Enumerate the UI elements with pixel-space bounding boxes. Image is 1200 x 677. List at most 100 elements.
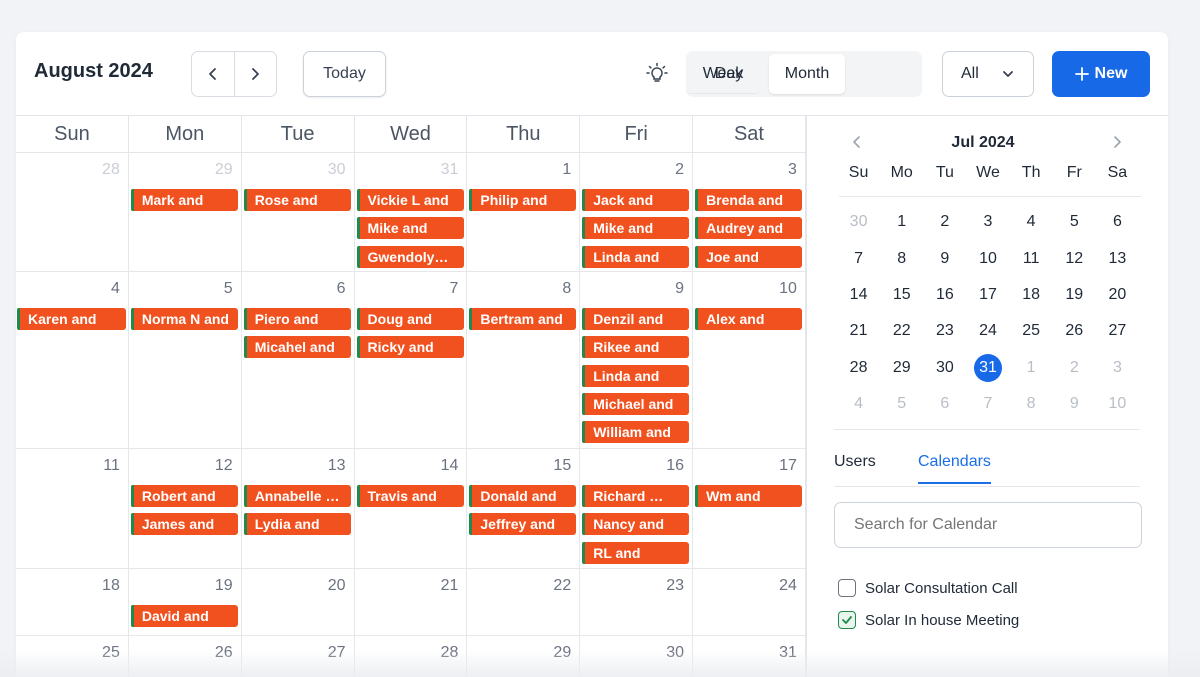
event-chip[interactable]: Lydia and [243, 513, 351, 536]
event-chip[interactable]: Gwendoly… [356, 245, 464, 268]
calendar-filter-item[interactable]: Solar In house Meeting [838, 611, 1019, 629]
event-chip[interactable]: Mike and [582, 217, 690, 240]
event-chip[interactable]: Nancy and [582, 513, 690, 536]
day-cell[interactable]: 31 [693, 636, 806, 677]
event-chip[interactable]: Piero and [243, 308, 351, 330]
event-chip[interactable]: Doug and [356, 308, 464, 330]
mini-day[interactable]: 23 [923, 316, 966, 346]
day-cell[interactable]: 7 Doug and Ricky and [355, 272, 468, 448]
event-chip[interactable]: RL and [582, 541, 690, 564]
day-cell[interactable]: 8 Bertram and [467, 272, 581, 448]
day-cell[interactable]: 14 Travis and [355, 449, 468, 568]
mini-day[interactable]: 1 [880, 207, 923, 237]
event-chip[interactable]: Donald and [469, 485, 577, 507]
checkbox[interactable] [838, 611, 856, 629]
day-cell[interactable]: 15 Donald and Jeffrey and [467, 449, 581, 568]
view-month-button[interactable]: Month [769, 54, 845, 94]
day-cell[interactable]: 22 [467, 569, 581, 635]
day-cell[interactable]: 30 Rose and [242, 153, 355, 271]
event-chip[interactable]: Brenda and [695, 189, 803, 211]
day-cell[interactable]: 29 Mark and [129, 153, 242, 271]
event-chip[interactable]: James and [130, 513, 238, 536]
day-cell[interactable]: 5 Norma N and [129, 272, 242, 448]
mini-day[interactable]: 2 [1053, 353, 1096, 383]
event-chip[interactable]: Joe and [695, 245, 803, 268]
day-cell[interactable]: 23 [580, 569, 694, 635]
event-chip[interactable]: Bertram and [469, 308, 577, 330]
mini-day[interactable]: 21 [837, 316, 880, 346]
day-cell[interactable]: 6 Piero and Micahel and [242, 272, 355, 448]
mini-day[interactable]: 4 [1010, 207, 1053, 237]
event-chip[interactable]: Alex and [695, 308, 803, 330]
day-cell[interactable]: 21 [355, 569, 468, 635]
day-cell[interactable]: 11 [16, 449, 129, 568]
event-chip[interactable]: Richard … [582, 485, 690, 507]
event-chip[interactable]: Rikee and [582, 336, 690, 359]
mini-day[interactable]: 5 [1053, 207, 1096, 237]
event-chip[interactable]: David and [130, 605, 238, 627]
day-cell[interactable]: 31 Vickie L and Mike and Gwendoly… [355, 153, 468, 271]
event-chip[interactable]: Annabelle … [243, 485, 351, 507]
event-chip[interactable]: Mike and [356, 217, 464, 240]
day-cell[interactable]: 30 [580, 636, 694, 677]
event-chip[interactable]: Jeffrey and [469, 513, 577, 536]
event-chip[interactable]: Linda and [582, 364, 690, 387]
event-chip[interactable]: William and [582, 421, 690, 444]
mini-day[interactable]: 16 [923, 280, 966, 310]
mini-day[interactable]: 11 [1010, 244, 1053, 274]
day-cell[interactable]: 19 David and [129, 569, 242, 635]
day-cell[interactable]: 3 Brenda and Audrey and Joe and [693, 153, 806, 271]
event-chip[interactable]: Audrey and [695, 217, 803, 240]
mini-day[interactable]: 15 [880, 280, 923, 310]
mini-day[interactable]: 19 [1053, 280, 1096, 310]
day-cell[interactable]: 4 Karen and [16, 272, 129, 448]
mini-day[interactable]: 13 [1096, 244, 1139, 274]
day-cell[interactable]: 10 Alex and [693, 272, 806, 448]
day-cell[interactable]: 9 Denzil and Rikee and Linda and Michael and… [580, 272, 694, 448]
mini-day[interactable]: 6 [923, 389, 966, 419]
mini-day[interactable]: 22 [880, 316, 923, 346]
mini-day[interactable]: 27 [1096, 316, 1139, 346]
day-cell[interactable]: 13 Annabelle … Lydia and [242, 449, 355, 568]
calendar-search-input[interactable] [834, 502, 1142, 548]
event-chip[interactable]: Rose and [243, 189, 351, 211]
event-chip[interactable]: Norma N and [130, 308, 238, 330]
mini-day[interactable]: 1 [1010, 353, 1053, 383]
mini-day[interactable]: 3 [1096, 353, 1139, 383]
event-chip[interactable]: Linda and [582, 245, 690, 268]
mini-day[interactable]: 28 [837, 353, 880, 383]
next-month-button[interactable] [233, 52, 277, 96]
calendar-filter-item[interactable]: Solar Consultation Call [838, 579, 1018, 597]
mini-day[interactable]: 30 [923, 353, 966, 383]
event-chip[interactable]: Karen and [17, 308, 126, 330]
event-chip[interactable]: Denzil and [582, 308, 690, 330]
event-chip[interactable]: Robert and [130, 485, 238, 507]
day-cell[interactable]: 20 [242, 569, 355, 635]
mini-next-button[interactable] [1109, 134, 1125, 155]
filter-select[interactable]: All [942, 51, 1034, 97]
mini-day[interactable]: 29 [880, 353, 923, 383]
day-cell[interactable]: 24 [693, 569, 806, 635]
mini-day[interactable]: 8 [1010, 389, 1053, 419]
mini-day[interactable]: 6 [1096, 207, 1139, 237]
event-chip[interactable]: Michael and [582, 392, 690, 415]
day-cell[interactable]: 16 Richard … Nancy and RL and [580, 449, 694, 568]
day-cell[interactable]: 28 [16, 153, 129, 271]
today-button[interactable]: Today [303, 51, 386, 97]
event-chip[interactable]: Ricky and [356, 336, 464, 359]
mini-day[interactable]: 12 [1053, 244, 1096, 274]
mini-day[interactable]: 10 [966, 244, 1009, 274]
mini-day[interactable]: 3 [966, 207, 1009, 237]
day-cell[interactable]: 26 [129, 636, 242, 677]
event-chip[interactable]: Wm and [695, 485, 803, 507]
day-cell[interactable]: 28 [355, 636, 468, 677]
mini-day[interactable]: 30 [837, 207, 880, 237]
tab-users[interactable]: Users [834, 453, 876, 471]
mini-day[interactable]: 24 [966, 316, 1009, 346]
mini-day[interactable]: 4 [837, 389, 880, 419]
day-cell[interactable]: 1 Philip and [467, 153, 581, 271]
mini-day[interactable]: 9 [923, 244, 966, 274]
day-cell[interactable]: 25 [16, 636, 129, 677]
mini-day[interactable]: 25 [1010, 316, 1053, 346]
event-chip[interactable]: Travis and [356, 485, 464, 507]
